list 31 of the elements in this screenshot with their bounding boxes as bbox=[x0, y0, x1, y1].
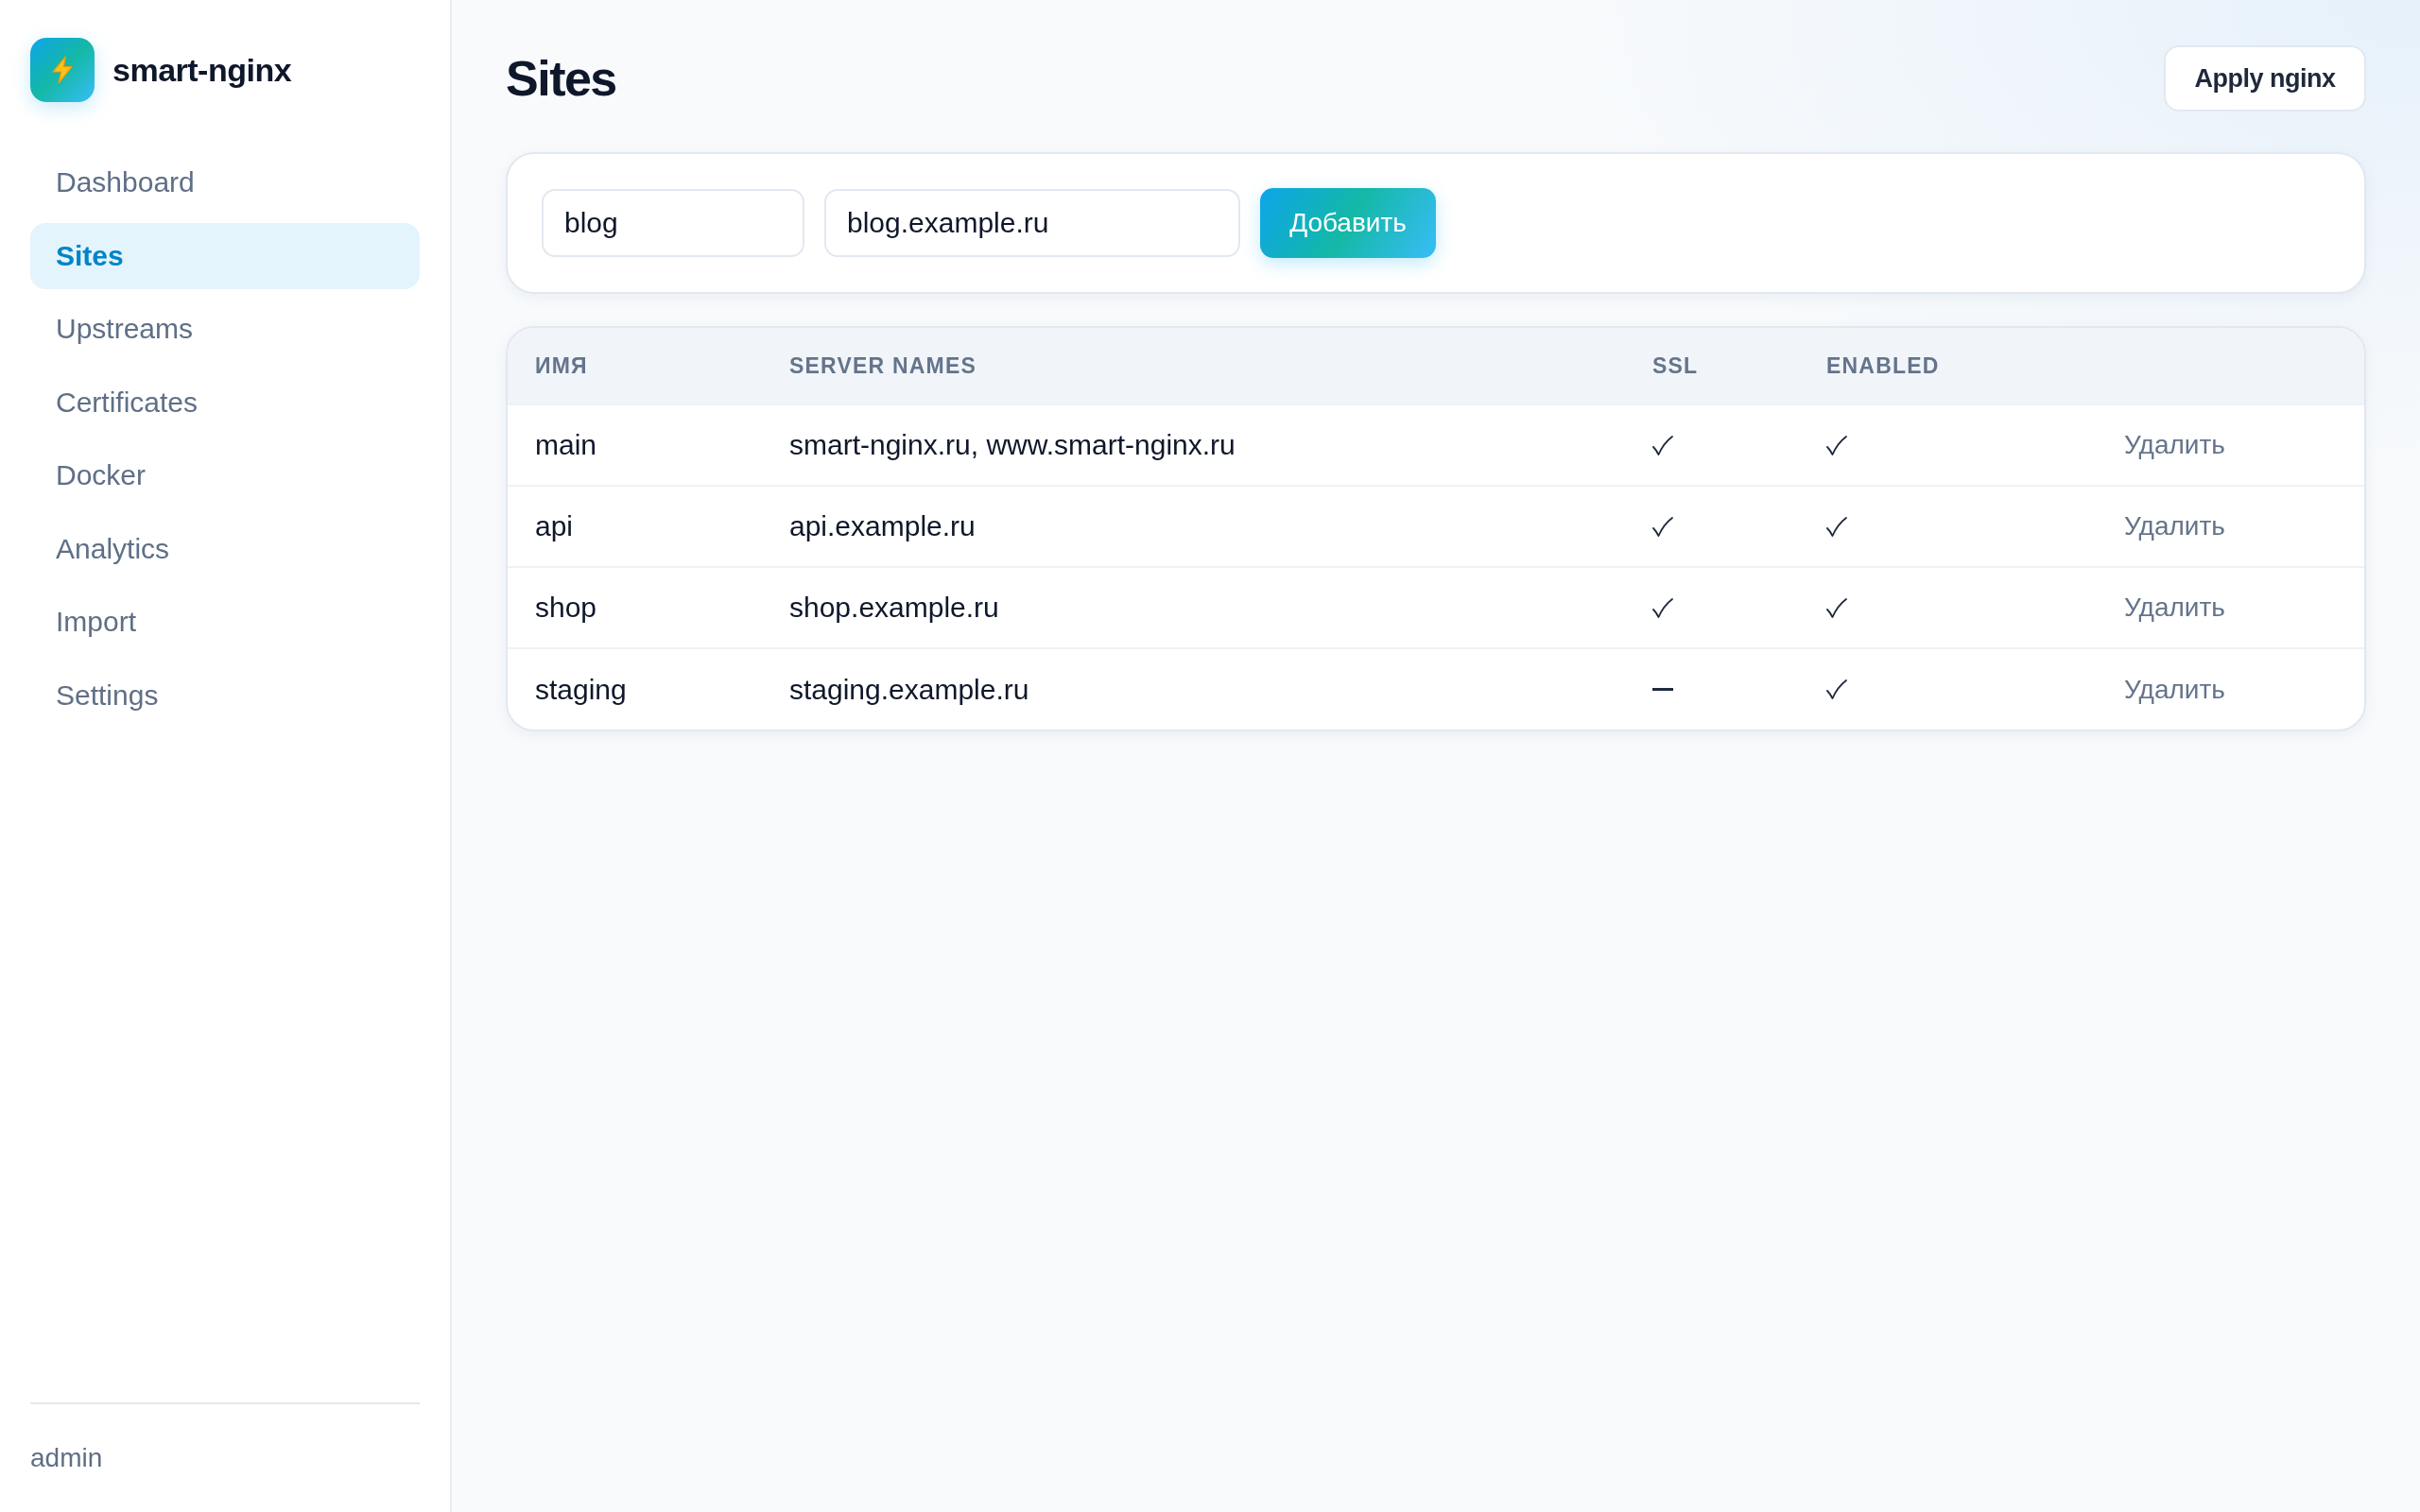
table-cell: staging.example.ru bbox=[762, 648, 1625, 730]
table-cell: api.example.ru bbox=[762, 486, 1625, 567]
delete-button[interactable]: Удалить bbox=[2124, 507, 2225, 545]
table-cell: smart-nginx.ru, www.smart-nginx.ru bbox=[762, 404, 1625, 486]
table-cell: shop.example.ru bbox=[762, 567, 1625, 648]
nav-item[interactable]: Docker bbox=[30, 442, 420, 508]
name-input[interactable]: blog bbox=[542, 189, 804, 257]
table-cell: staging bbox=[508, 648, 762, 730]
table-cell: main bbox=[508, 404, 762, 486]
nav-item[interactable]: Settings bbox=[30, 662, 420, 729]
nav-item[interactable]: Certificates bbox=[30, 369, 420, 436]
table-cell: shop bbox=[508, 567, 762, 648]
page-title: Sites bbox=[506, 50, 616, 108]
server-names-input[interactable]: blog.example.ru bbox=[824, 189, 1240, 257]
delete-button[interactable]: Удалить bbox=[2124, 670, 2225, 709]
column-header: SSL bbox=[1625, 328, 1799, 404]
table-cell: api bbox=[508, 486, 762, 567]
nav-item[interactable]: Sites bbox=[30, 222, 420, 289]
username: admin bbox=[30, 1442, 104, 1474]
delete-button[interactable]: Удалить bbox=[2124, 589, 2225, 627]
apply-nginx-button[interactable]: Apply nginx bbox=[2164, 45, 2366, 112]
nav-item[interactable]: Analytics bbox=[30, 515, 420, 582]
nav-item[interactable]: Upstreams bbox=[30, 296, 420, 362]
nav-item[interactable]: Dashboard bbox=[30, 149, 420, 215]
column-header: ИМЯ bbox=[508, 328, 762, 404]
lightning-bolt-icon bbox=[30, 38, 95, 102]
nav-item[interactable]: Import bbox=[30, 589, 420, 655]
column-header: ENABLED bbox=[1799, 328, 2097, 404]
column-header: SERVER NAMES bbox=[762, 328, 1625, 404]
delete-button[interactable]: Удалить bbox=[2124, 426, 2225, 464]
brand-name: smart-nginx bbox=[112, 51, 292, 89]
